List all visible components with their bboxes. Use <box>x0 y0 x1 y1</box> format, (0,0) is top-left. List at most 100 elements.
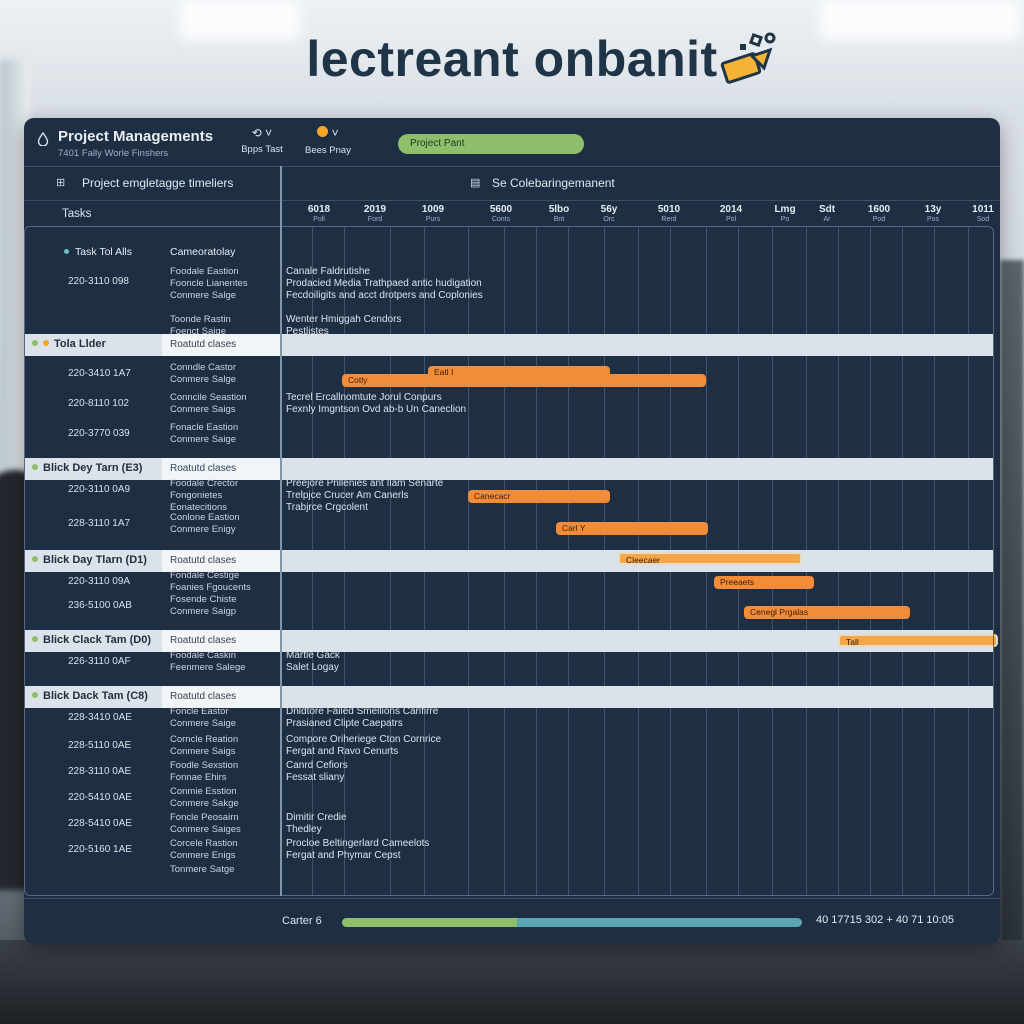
timeline-column-label: 5600 <box>489 204 513 215</box>
task-assignees: Fosende Chiste Conmere Saigp <box>170 594 237 618</box>
left-header-title: Project emgletagge timeliers <box>82 176 234 190</box>
section-row[interactable]: Blick Day Tlarn (D1) Roatutd clases <box>24 550 994 572</box>
timeline-column-label: 5010 <box>657 204 681 215</box>
section-row[interactable]: Blick Dack Tam (C8) Roatutd clases <box>24 686 994 708</box>
timeline-column-sublabel: Orc <box>603 216 615 223</box>
description-line: Procloe Beltingerlard Cameelots <box>286 838 430 849</box>
timeline-column-label: 6018 <box>307 204 331 215</box>
assignee-name: Fooncle Lianentes <box>170 278 248 289</box>
assignee-name: Conmere Saige <box>170 718 237 729</box>
task-assignees: Foodale Crector Fongonietes Eonatecitions <box>170 478 238 514</box>
gantt-bar[interactable]: Eatl I <box>428 366 610 379</box>
assignee-name: Toonde Rastin <box>170 314 231 325</box>
section-row[interactable]: Tola Llder Roatutd clases <box>24 334 994 356</box>
section-status: Roatutd clases <box>162 686 280 708</box>
gantt-bar[interactable]: Preeaets <box>714 576 814 589</box>
assignee-name: Foncle Eastor <box>170 706 229 717</box>
office-floor <box>0 940 1024 1024</box>
task-assignees: Conncile Seastion Conmere Saigs <box>170 392 247 416</box>
gantt-bar[interactable]: Carl Y <box>556 522 708 535</box>
task-description: Preejore Pnllenies ant Ilam Senarte Trelp… <box>286 478 443 514</box>
timeline-column-sublabel: Bnt <box>553 216 565 223</box>
task-id[interactable]: 220-8110 102 <box>68 398 129 409</box>
description-line: Wenter Hmiggah Cendors <box>286 314 402 325</box>
task-assignees: Foncle Peosairn Conmere Saiges <box>170 812 241 836</box>
timeline-column-head: 2014 Pol <box>706 204 756 223</box>
description-line: Trabjrce Crgcolent <box>286 502 368 513</box>
left-panel-header: ⊞ Project emgletagge timeliers <box>24 166 280 201</box>
toolbar-button-2[interactable]: ˅ Bees Pnay <box>298 126 358 156</box>
assignee-name: Conmere Saiges <box>170 824 241 835</box>
assignee-name: Conmere Saigp <box>170 606 237 617</box>
gantt-bar[interactable]: Canecacr <box>468 490 610 503</box>
toolbar-button-1[interactable]: ⟲ ˅ Bpps Tast <box>232 126 292 155</box>
assignee-name <box>170 302 248 314</box>
section-label-text: Tola Llder <box>54 338 106 350</box>
section-label: Blick Dey Tarn (E3) <box>32 462 142 474</box>
assignee-name: Fonacle Eastion <box>170 422 239 433</box>
timeline-column-sublabel: Pod <box>872 216 886 223</box>
task-id[interactable]: 228-3410 0AE <box>68 712 132 723</box>
timeline-column-head: 1600 Pod <box>854 204 904 223</box>
timeline-column-label: 1600 <box>867 204 891 215</box>
task-assignees: Foncle Eastor Conmere Saige <box>170 706 236 730</box>
timeline-column-head: 1011 Sod <box>958 204 1000 223</box>
section-label: Blick Dack Tam (C8) <box>32 690 148 702</box>
tasks-column-label: Tasks <box>62 208 92 220</box>
column-divider <box>280 166 282 896</box>
section-status: Roatutd clases <box>162 550 280 572</box>
task-assignees: Conlone Eastion Conmere Enigy <box>170 512 240 536</box>
status-dot-icon <box>32 556 38 562</box>
task-id[interactable]: 226-3110 0AF <box>68 656 131 667</box>
description-line: Fecdoiligits and acct drotpers and Coplo… <box>286 290 483 301</box>
assignee-name: Fonnae Ehirs <box>170 772 227 783</box>
assignee-name: Conmere Saigs <box>170 404 236 415</box>
toolbar-button-1-label: Bpps Tast <box>241 144 283 155</box>
clipboard-icon: ▤ <box>470 177 481 189</box>
task-id[interactable]: 220-3410 1A7 <box>68 368 131 379</box>
task-id[interactable]: 220-3770 039 <box>68 428 130 439</box>
section-label: Blick Clack Tam (D0) <box>32 634 151 646</box>
section-row[interactable]: Blick Dey Tarn (E3) Roatutd clases <box>24 458 994 480</box>
section-status: Roatutd clases <box>162 630 280 652</box>
task-id[interactable]: 236-5100 0AB <box>68 600 132 611</box>
task-assignees: Foodle Sexstion Fonnae Ehirs <box>170 760 238 784</box>
timeline-column-label: Sdt <box>818 204 836 215</box>
timeline-column-head: 13y Pos <box>908 204 958 223</box>
task-id[interactable]: 220-3110 09A <box>68 576 130 587</box>
office-wall <box>1000 260 1024 960</box>
assignee-name: Conncile Seastion <box>170 392 247 403</box>
footer-label: Carter 6 <box>282 915 322 927</box>
timeline-column-head: 6018 Poll <box>294 204 344 223</box>
task-id[interactable]: 228-5410 0AE <box>68 818 132 829</box>
top-task-label-text: Task Tol Alls <box>75 246 132 258</box>
task-id[interactable]: 220-3110 0A9 <box>68 484 130 495</box>
task-id[interactable]: 228-5110 0AE <box>68 740 131 751</box>
task-id[interactable]: 228-3110 1A7 <box>68 518 130 529</box>
coin-icon: ˅ <box>298 126 358 141</box>
gantt-bar[interactable]: Tall <box>838 634 998 647</box>
project-phase-pill[interactable]: Project Pant <box>398 134 584 154</box>
description-line: Prasianed Clipte Caepatrs <box>286 718 403 729</box>
section-label-text: Blick Day Tlarn (D1) <box>43 554 147 566</box>
assignee-name: Foncle Peosairn <box>170 812 239 823</box>
status-dot-icon <box>32 636 38 642</box>
assignee-name: Conmere Enigy <box>170 524 236 535</box>
gantt-bar[interactable]: Cenegl Prgalas <box>744 606 910 619</box>
task-id[interactable]: 228-3110 0AE <box>68 766 131 777</box>
gantt-bar[interactable]: Cleecaer <box>618 552 802 565</box>
status-dot-icon <box>32 464 38 470</box>
timeline-column-sublabel: Ar <box>823 216 831 223</box>
task-id: 220-3110 098 <box>68 276 129 287</box>
section-label-text: Blick Dack Tam (C8) <box>43 690 148 702</box>
timeline-column-sublabel: Conts <box>491 216 511 223</box>
timeline-column-sublabel: Pos <box>926 216 940 223</box>
panel-topbar: Project Managements 7401 Fally Worle Fin… <box>24 118 1000 167</box>
task-id[interactable]: 220-5160 1AE <box>68 844 132 855</box>
description-line: Fexnly Imgntson Ovd ab-b Un Caneclion <box>286 404 467 415</box>
task-description: Procloe Beltingerlard Cameelots Fergat an… <box>286 838 429 862</box>
timeline-column-sublabel: Pol <box>725 216 737 223</box>
task-description: Martle Gack Salet Logay <box>286 650 340 674</box>
timeline-column-label: 5lbo <box>548 204 570 215</box>
task-id[interactable]: 220-5410 0AE <box>68 792 132 803</box>
